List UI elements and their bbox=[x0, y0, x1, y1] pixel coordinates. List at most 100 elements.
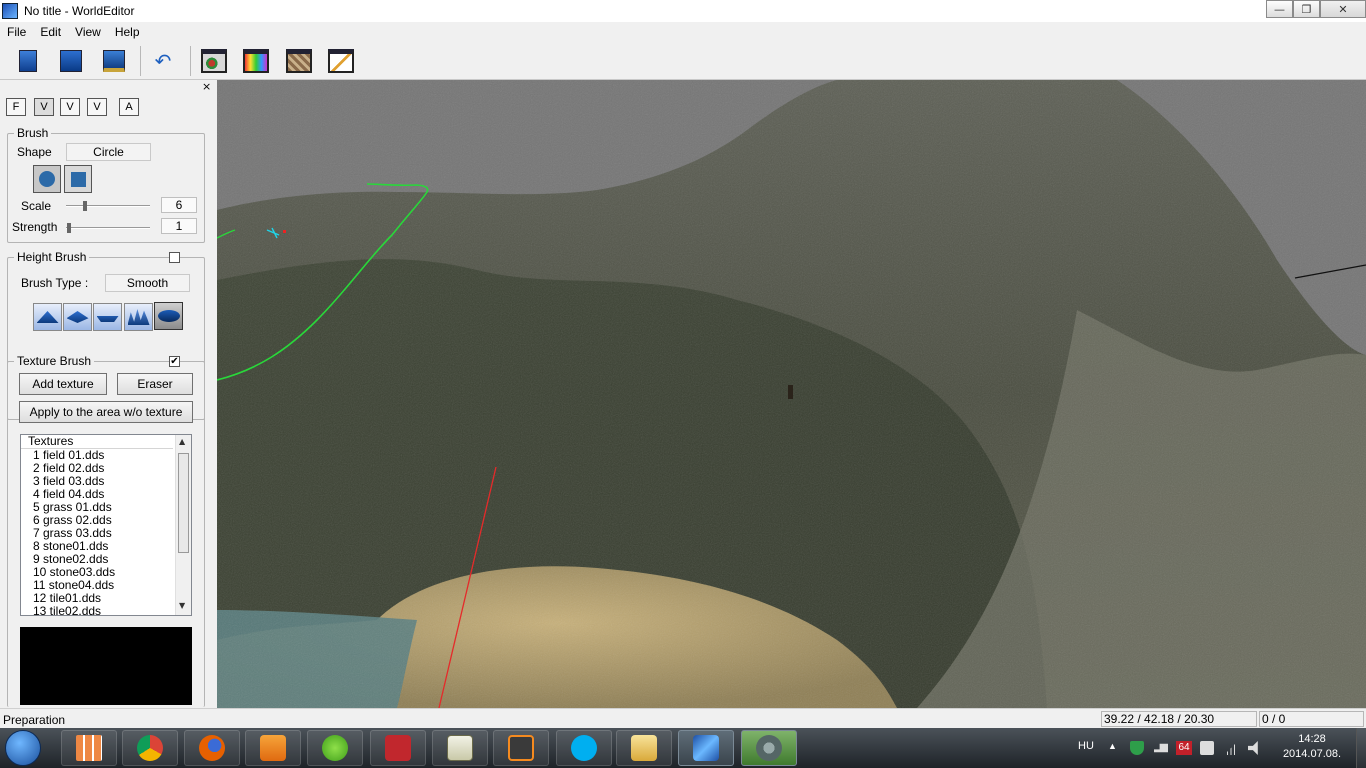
apply-untextured-button[interactable]: Apply to the area w/o texture bbox=[19, 401, 193, 423]
terrain-viewport[interactable] bbox=[217, 80, 1366, 708]
noise-terrain-icon bbox=[127, 309, 150, 325]
height-brush-title: Height Brush bbox=[14, 250, 90, 264]
toolbar-separator bbox=[140, 46, 141, 76]
metro-apps-icon bbox=[76, 735, 102, 761]
sublime-icon bbox=[508, 735, 534, 761]
object-view-button[interactable] bbox=[199, 47, 229, 75]
texture-list-item[interactable]: 13 tile02.dds bbox=[33, 605, 191, 616]
language-indicator[interactable]: HU bbox=[1078, 740, 1094, 752]
taskbar-tortoise[interactable] bbox=[741, 730, 797, 766]
square-shape-button[interactable] bbox=[64, 165, 92, 193]
minimize-icon[interactable]: — bbox=[1266, 0, 1293, 18]
filezilla-icon bbox=[385, 735, 411, 761]
save-monitor-icon bbox=[103, 50, 125, 72]
open-button[interactable] bbox=[56, 47, 86, 75]
volume-icon[interactable] bbox=[1248, 741, 1258, 755]
panel-close-icon[interactable]: × bbox=[202, 80, 211, 93]
strength-label: Strength bbox=[12, 220, 58, 234]
chrome-icon bbox=[137, 735, 163, 761]
taskbar-metro-apps[interactable] bbox=[61, 730, 117, 766]
edit-pencil-icon bbox=[328, 49, 354, 73]
menu-file[interactable]: File bbox=[0, 25, 33, 39]
mode-button-v2[interactable]: V bbox=[60, 98, 80, 116]
new-file-button[interactable] bbox=[13, 47, 43, 75]
firefox-icon bbox=[199, 735, 225, 761]
close-icon[interactable]: ✕ bbox=[1320, 0, 1366, 18]
scroll-up-icon[interactable]: ▲ bbox=[179, 437, 185, 446]
notepad-icon bbox=[447, 735, 473, 761]
menu-view[interactable]: View bbox=[68, 25, 108, 39]
taskbar: HU ▲ 64 14:28 2014.07.08. bbox=[0, 728, 1366, 768]
texture-brush-checkbox[interactable]: ✔ bbox=[169, 356, 180, 367]
lower-brush-button[interactable] bbox=[63, 303, 92, 331]
scale-slider[interactable] bbox=[66, 205, 150, 207]
texture-list-header[interactable]: Textures bbox=[21, 435, 173, 449]
texture-view-button[interactable] bbox=[241, 47, 271, 75]
height-brush-checkbox[interactable] bbox=[169, 252, 180, 263]
usb-device-icon[interactable] bbox=[1200, 741, 1214, 755]
strength-slider[interactable] bbox=[66, 227, 150, 229]
taskbar-notepad[interactable] bbox=[432, 730, 488, 766]
eraser-button[interactable]: Eraser bbox=[117, 373, 193, 395]
window-title: No title - WorldEditor bbox=[24, 4, 135, 18]
texture-list-scrollbar[interactable]: ▲ ▼ bbox=[175, 435, 191, 615]
show-desktop-button[interactable] bbox=[1356, 728, 1366, 768]
brush-group-title: Brush bbox=[14, 126, 52, 140]
raise-brush-button[interactable] bbox=[33, 303, 62, 331]
mode-button-f[interactable]: F bbox=[6, 98, 26, 116]
texture-view-icon bbox=[243, 49, 269, 73]
mode-button-v3[interactable]: V bbox=[87, 98, 107, 116]
taskbar-firefox[interactable] bbox=[184, 730, 240, 766]
scale-label: Scale bbox=[21, 199, 52, 213]
texture-list[interactable]: Textures 1 field 01.dds 2 field 02.dds 3 f… bbox=[20, 434, 192, 616]
selection-count: 0 / 0 bbox=[1259, 711, 1364, 727]
circle-shape-button[interactable] bbox=[33, 165, 61, 193]
flatten-brush-button[interactable] bbox=[93, 303, 122, 331]
new-file-icon bbox=[19, 50, 37, 72]
tray-expand-icon[interactable]: ▲ bbox=[1108, 741, 1117, 751]
taskbar-filezilla[interactable] bbox=[370, 730, 426, 766]
skype-icon bbox=[571, 735, 597, 761]
taskbar-sublime[interactable] bbox=[493, 730, 549, 766]
clock[interactable]: 14:28 2014.07.08. bbox=[1276, 732, 1348, 762]
map-view-button[interactable] bbox=[284, 47, 314, 75]
raise-terrain-icon bbox=[36, 311, 59, 323]
edit-button[interactable] bbox=[326, 47, 356, 75]
clock-date: 2014.07.08. bbox=[1282, 748, 1342, 760]
start-menu-icon[interactable] bbox=[5, 730, 41, 766]
maximize-icon[interactable]: ❐ bbox=[1293, 0, 1320, 18]
brush-type-label: Brush Type : bbox=[21, 276, 89, 290]
strength-slider-thumb[interactable] bbox=[67, 223, 71, 233]
media-player-icon bbox=[260, 735, 286, 761]
notification-badge[interactable]: 64 bbox=[1176, 741, 1192, 755]
menu-edit[interactable]: Edit bbox=[33, 25, 68, 39]
flag-icon[interactable] bbox=[1154, 743, 1168, 753]
scroll-down-icon[interactable]: ▼ bbox=[179, 601, 185, 610]
network-signal-icon[interactable] bbox=[1224, 741, 1238, 755]
brush-type-value: Smooth bbox=[105, 274, 190, 292]
undo-button[interactable]: ↶ bbox=[148, 47, 178, 75]
taskbar-messenger[interactable] bbox=[307, 730, 363, 766]
scale-value[interactable]: 6 bbox=[161, 197, 197, 213]
taskbar-chrome[interactable] bbox=[122, 730, 178, 766]
taskbar-skype[interactable] bbox=[556, 730, 612, 766]
menu-help[interactable]: Help bbox=[108, 25, 147, 39]
clock-time: 14:28 bbox=[1298, 733, 1326, 745]
taskbar-media-player[interactable] bbox=[245, 730, 301, 766]
square-shape-icon bbox=[70, 171, 86, 187]
mode-button-a[interactable]: A bbox=[119, 98, 139, 116]
noise-brush-button[interactable] bbox=[124, 303, 153, 331]
taskbar-explorer[interactable] bbox=[616, 730, 672, 766]
add-texture-button[interactable]: Add texture bbox=[19, 373, 107, 395]
texture-rows: 1 field 01.dds 2 field 02.dds 3 field 03.d… bbox=[21, 449, 191, 616]
mode-button-v1[interactable]: V bbox=[34, 98, 54, 116]
taskbar-worldeditor[interactable] bbox=[678, 730, 734, 766]
save-button[interactable] bbox=[99, 47, 129, 75]
security-shield-icon[interactable] bbox=[1130, 741, 1144, 755]
open-folder-icon bbox=[60, 50, 82, 72]
scale-slider-thumb[interactable] bbox=[83, 201, 87, 211]
scroll-thumb[interactable] bbox=[178, 453, 189, 553]
strength-value[interactable]: 1 bbox=[161, 218, 197, 234]
terrain-render bbox=[217, 80, 1366, 708]
smooth-brush-button[interactable] bbox=[154, 302, 183, 330]
